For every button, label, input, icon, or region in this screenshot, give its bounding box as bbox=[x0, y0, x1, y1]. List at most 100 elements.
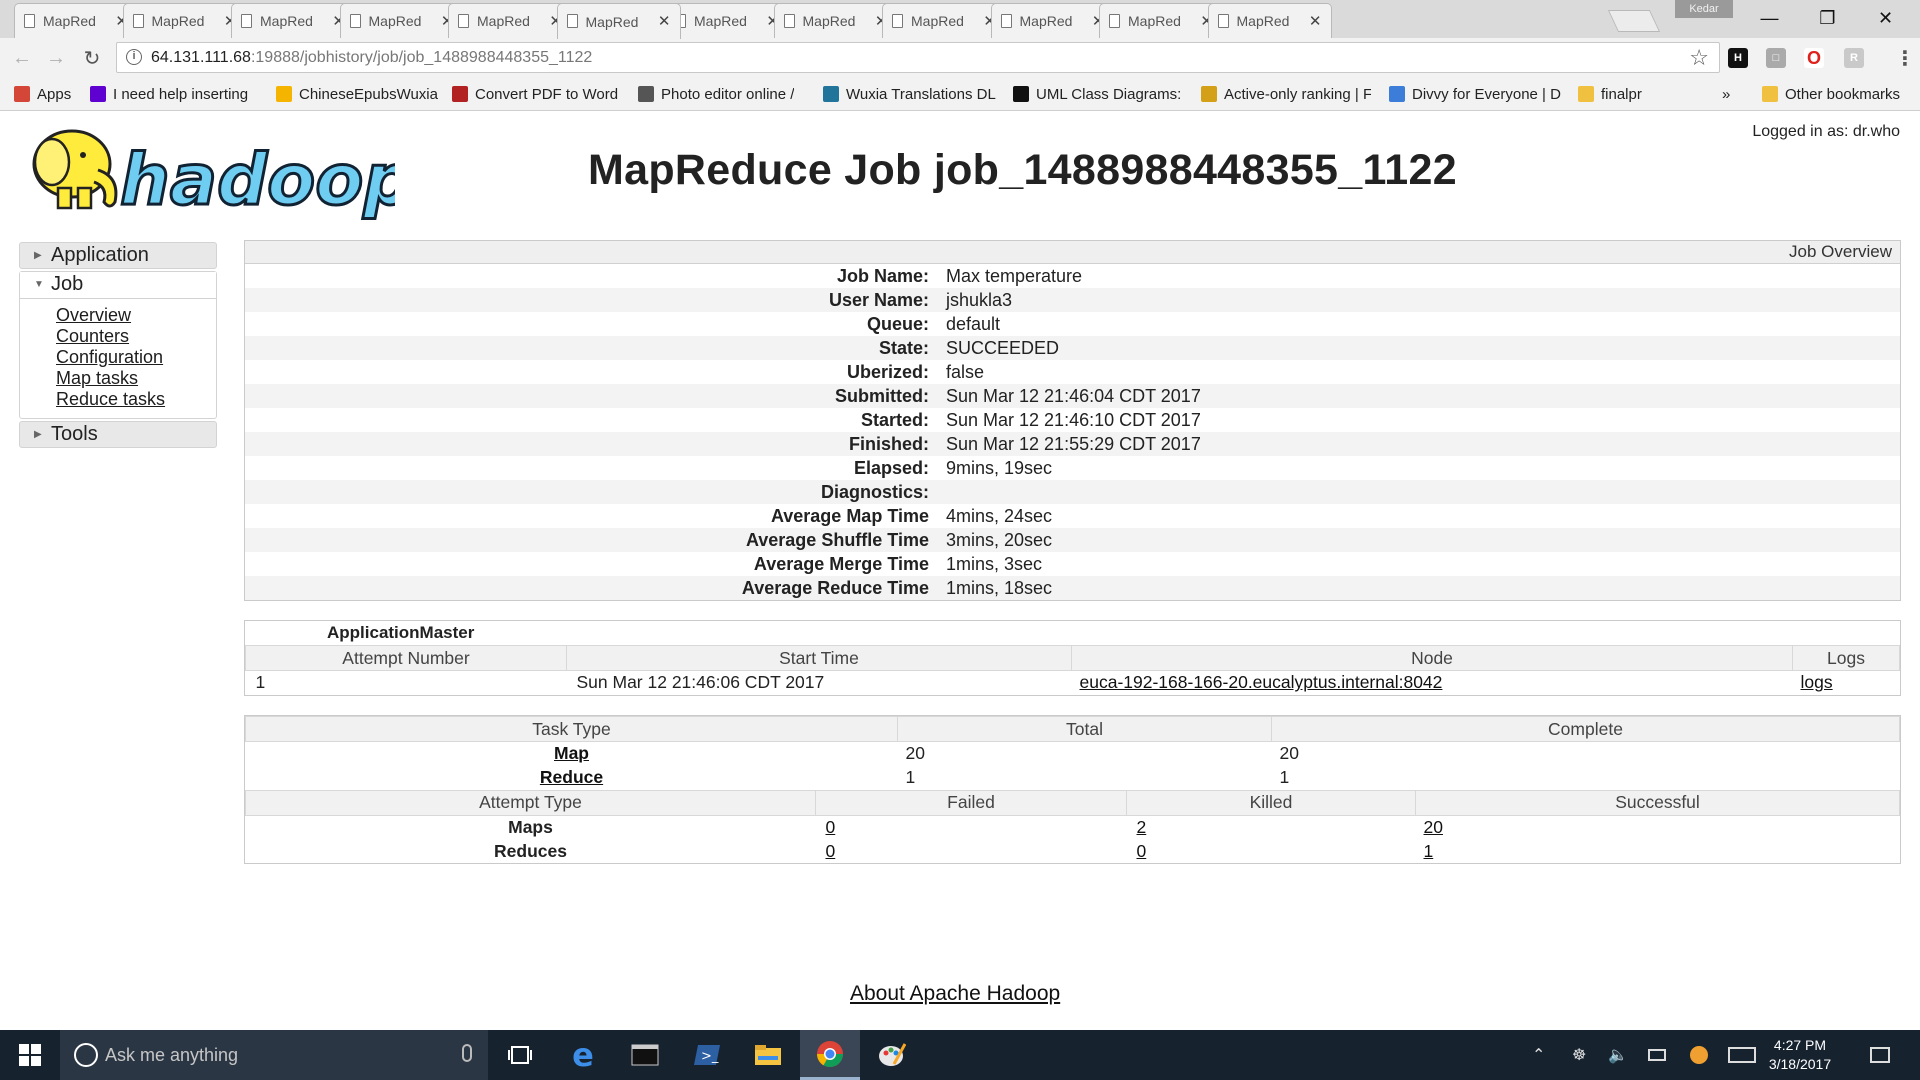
nav-section-job[interactable]: ▼ Job bbox=[20, 272, 216, 299]
browser-tab[interactable]: MapRed✕ bbox=[1099, 3, 1223, 38]
edge-browser-icon[interactable]: e bbox=[553, 1030, 613, 1080]
attempt-type-table: Attempt Type Failed Killed Successful Ma… bbox=[245, 789, 1900, 864]
browser-tab[interactable]: MapRed✕ bbox=[14, 3, 138, 38]
bookmark-item[interactable]: Convert PDF to Word bbox=[452, 84, 618, 104]
col-header[interactable]: Start Time bbox=[566, 645, 1072, 671]
overview-row: Started: Sun Mar 12 21:46:10 CDT 2017 bbox=[245, 408, 1900, 432]
task-type-link[interactable]: Map bbox=[554, 743, 589, 763]
app-tray-icon[interactable] bbox=[1690, 1046, 1708, 1064]
close-window-icon[interactable]: ✕ bbox=[1858, 0, 1913, 36]
powershell-icon[interactable]: >_ bbox=[677, 1030, 737, 1080]
browser-tab[interactable]: MapRed✕ bbox=[665, 3, 789, 38]
bookmark-star-icon[interactable]: ☆ bbox=[1689, 45, 1709, 71]
hadoop-logo[interactable]: hadoop bbox=[20, 122, 395, 222]
pencil-icon bbox=[638, 86, 654, 102]
bookmarks-overflow-button[interactable]: » bbox=[1722, 84, 1730, 104]
other-bookmarks[interactable]: Other bookmarks bbox=[1762, 84, 1900, 104]
nav-section-tools[interactable]: ▶ Tools bbox=[19, 421, 217, 448]
col-header[interactable]: Node bbox=[1071, 645, 1793, 671]
col-header: Total bbox=[897, 716, 1272, 742]
extension-gray-icon[interactable]: □ bbox=[1766, 48, 1786, 68]
show-hidden-icons-icon[interactable]: ⌃ bbox=[1532, 1045, 1545, 1065]
successful-count-link[interactable]: 20 bbox=[1424, 817, 1443, 837]
cortana-search-box[interactable]: Ask me anything bbox=[60, 1030, 488, 1080]
wifi-icon[interactable]: ☸ bbox=[1572, 1045, 1586, 1065]
failed-count-link[interactable]: 0 bbox=[826, 817, 836, 837]
browser-tab[interactable]: MapRed✕ bbox=[990, 3, 1115, 38]
nav-link[interactable]: Overview bbox=[56, 305, 216, 326]
volume-icon[interactable]: 🔈 bbox=[1608, 1045, 1628, 1065]
keyboard-icon[interactable] bbox=[1728, 1047, 1756, 1063]
browser-tab[interactable]: MapRed✕ bbox=[122, 3, 247, 38]
bookmark-item[interactable]: I need help inserting bbox=[90, 84, 248, 104]
bookmark-item[interactable]: Wuxia Translations DL bbox=[823, 84, 996, 104]
nav-link[interactable]: Configuration bbox=[56, 347, 216, 368]
node-link[interactable]: euca-192-168-166-20.eucalyptus.internal:… bbox=[1080, 672, 1443, 692]
forward-icon[interactable]: → bbox=[42, 44, 70, 72]
chrome-taskbar-icon[interactable] bbox=[800, 1030, 860, 1080]
reload-icon[interactable]: ↻ bbox=[78, 44, 106, 72]
extension-h-icon[interactable]: H bbox=[1728, 48, 1748, 68]
overview-value: 1mins, 18sec bbox=[946, 578, 1053, 598]
profile-button[interactable]: Kedar bbox=[1675, 0, 1733, 18]
bookmark-item[interactable]: ChineseEpubsWuxia bbox=[276, 84, 438, 104]
folder-icon bbox=[1762, 86, 1778, 102]
extension-book-icon[interactable]: R bbox=[1844, 48, 1864, 68]
battery-icon[interactable] bbox=[1648, 1049, 1666, 1061]
bookmark-item[interactable]: Active-only ranking | F bbox=[1201, 84, 1371, 104]
system-clock[interactable]: 4:27 PM 3/18/2017 bbox=[1760, 1036, 1840, 1074]
col-header[interactable]: Logs bbox=[1792, 645, 1900, 671]
close-tab-icon[interactable]: ✕ bbox=[658, 12, 671, 30]
killed-count-link[interactable]: 2 bbox=[1137, 817, 1147, 837]
col-header[interactable]: Attempt Number bbox=[245, 645, 567, 671]
restore-icon[interactable]: ❐ bbox=[1800, 0, 1855, 36]
minimize-icon[interactable]: — bbox=[1742, 0, 1797, 36]
site-info-icon[interactable]: i bbox=[126, 49, 142, 65]
browser-tab[interactable]: MapRed✕ bbox=[339, 3, 464, 38]
bookmark-item[interactable]: Apps bbox=[14, 84, 71, 104]
logged-in-text: Logged in as: dr.who bbox=[1752, 123, 1900, 140]
browser-tab[interactable]: MapRed✕ bbox=[882, 3, 1006, 38]
task-total: 1 bbox=[905, 767, 916, 787]
table-row: Map 20 20 bbox=[246, 742, 1900, 766]
overview-key: Average Shuffle Time bbox=[745, 530, 929, 550]
nav-section-application[interactable]: ▶ Application bbox=[19, 242, 217, 269]
tab-title: MapRed bbox=[151, 13, 205, 29]
task-type-link[interactable]: Reduce bbox=[540, 767, 603, 787]
failed-count-link[interactable]: 0 bbox=[826, 841, 836, 861]
killed-count-link[interactable]: 0 bbox=[1137, 841, 1147, 861]
paint-icon[interactable] bbox=[862, 1030, 922, 1080]
address-bar[interactable]: i 64.131.111.68:19888/jobhistory/job/job… bbox=[116, 42, 1720, 73]
page-icon bbox=[1000, 14, 1012, 28]
browser-tab[interactable]: MapRed✕ bbox=[1207, 3, 1332, 38]
windows-start-icon[interactable] bbox=[0, 1030, 60, 1080]
notifications-icon[interactable] bbox=[1870, 1047, 1890, 1063]
nav-link[interactable]: Counters bbox=[56, 326, 216, 347]
browser-tab[interactable]: MapRed✕ bbox=[448, 3, 572, 38]
back-icon[interactable]: ← bbox=[8, 44, 36, 72]
opera-icon[interactable]: O bbox=[1804, 48, 1824, 68]
nav-link[interactable]: Map tasks bbox=[56, 368, 216, 389]
close-tab-icon[interactable]: ✕ bbox=[1309, 12, 1322, 30]
wordpress-icon bbox=[823, 86, 839, 102]
bookmark-item[interactable]: UML Class Diagrams: bbox=[1013, 84, 1181, 104]
file-explorer-icon[interactable] bbox=[738, 1030, 798, 1080]
task-view-icon[interactable] bbox=[490, 1030, 550, 1080]
bookmark-label: Apps bbox=[37, 85, 72, 103]
successful-count-link[interactable]: 1 bbox=[1424, 841, 1434, 861]
bookmark-item[interactable]: finalpr bbox=[1578, 84, 1642, 104]
new-tab-button[interactable] bbox=[1607, 10, 1661, 32]
pdf-converter-icon bbox=[452, 86, 468, 102]
microphone-icon[interactable] bbox=[462, 1044, 472, 1062]
about-hadoop-link[interactable]: About Apache Hadoop bbox=[850, 982, 1060, 1006]
command-prompt-icon[interactable] bbox=[615, 1030, 675, 1080]
browser-tab[interactable]: MapRed✕ bbox=[556, 3, 681, 39]
browser-menu-icon[interactable]: ⋮ bbox=[1895, 46, 1915, 71]
browser-tab[interactable]: MapRed✕ bbox=[773, 3, 898, 38]
browser-tab[interactable]: MapRed✕ bbox=[231, 3, 355, 38]
overview-value: false bbox=[946, 362, 985, 382]
bookmark-item[interactable]: Divvy for Everyone | D bbox=[1389, 84, 1561, 104]
logs-link[interactable]: logs bbox=[1801, 672, 1833, 692]
nav-link[interactable]: Reduce tasks bbox=[56, 389, 216, 410]
bookmark-item[interactable]: Photo editor online / bbox=[638, 84, 794, 104]
